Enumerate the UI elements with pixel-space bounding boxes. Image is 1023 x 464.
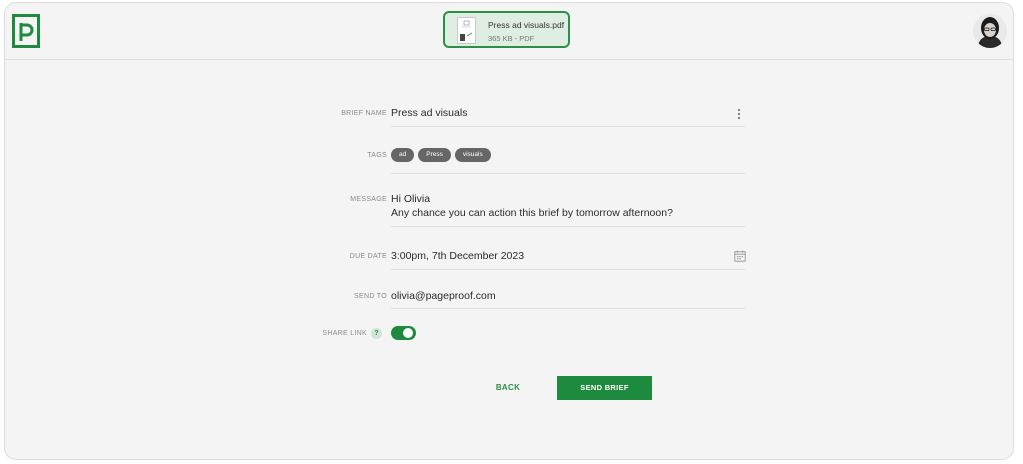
divider xyxy=(391,226,745,227)
top-bar: Press ad visuals.pdf 365 KB - PDF xyxy=(5,3,1013,60)
divider xyxy=(391,173,745,174)
send-brief-button[interactable]: SEND BRIEF xyxy=(557,376,652,400)
send-to-input[interactable]: olivia@pageproof.com xyxy=(391,290,496,302)
message-label: MESSAGE xyxy=(350,196,387,203)
due-date-label: DUE DATE xyxy=(349,253,387,260)
brief-name-input[interactable]: Press ad visuals xyxy=(391,107,467,119)
tag-chip[interactable]: ad xyxy=(391,148,415,162)
kebab-menu-icon[interactable] xyxy=(737,108,741,120)
back-button[interactable]: BACK xyxy=(483,376,533,400)
send-to-label: SEND TO xyxy=(354,293,387,300)
help-icon[interactable]: ? xyxy=(371,328,382,339)
pageproof-logo[interactable] xyxy=(12,14,40,48)
file-thumbnail xyxy=(457,17,476,44)
file-meta: 365 KB - PDF xyxy=(488,34,535,43)
due-date-input[interactable]: 3:00pm, 7th December 2023 xyxy=(391,250,524,262)
message-line[interactable]: Hi Olivia xyxy=(391,193,430,205)
tags-label: TAGS xyxy=(367,152,387,159)
calendar-icon[interactable] xyxy=(734,250,746,262)
share-link-toggle[interactable] xyxy=(391,326,416,340)
divider xyxy=(391,308,745,309)
tag-chip[interactable]: visuals xyxy=(454,148,491,162)
tag-chip[interactable]: Press xyxy=(418,148,451,162)
app-window: Press ad visuals.pdf 365 KB - PDF BRIEF … xyxy=(4,2,1014,460)
file-chip[interactable]: Press ad visuals.pdf 365 KB - PDF xyxy=(443,11,570,48)
user-avatar[interactable] xyxy=(973,14,1007,48)
brief-name-label: BRIEF NAME xyxy=(341,110,387,117)
file-name: Press ad visuals.pdf xyxy=(488,20,565,30)
divider xyxy=(391,126,745,127)
pdf-preview-icon xyxy=(460,20,473,41)
toggle-knob xyxy=(403,328,413,338)
message-line[interactable]: Any chance you can action this brief by … xyxy=(391,207,673,219)
tag-list: ad Press visuals xyxy=(391,148,495,166)
divider xyxy=(391,269,745,270)
share-link-label: SHARE LINK xyxy=(322,330,367,337)
